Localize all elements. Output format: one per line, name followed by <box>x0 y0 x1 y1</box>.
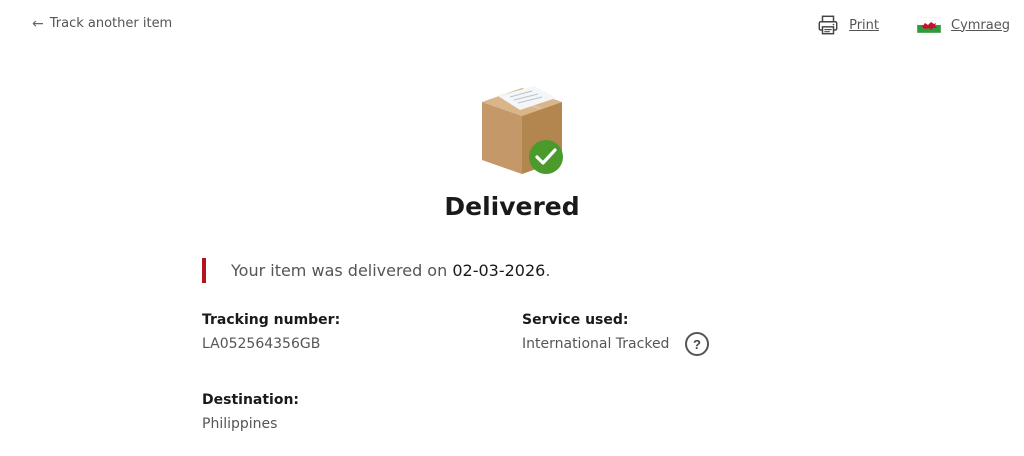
tracking-number-block: Tracking number: LA052564356GB <box>202 312 340 352</box>
delivery-date: 02-03-2026 <box>452 261 546 280</box>
language-label: Cymraeg <box>951 17 1010 33</box>
service-help-button[interactable]: ? <box>685 332 709 356</box>
parcel-delivered-icon <box>482 86 563 174</box>
tracking-page: ← Track another item Print Cymraeg Deliv… <box>0 0 1024 456</box>
welsh-flag-icon <box>917 17 941 33</box>
language-toggle-link[interactable]: Cymraeg <box>917 17 1010 33</box>
destination-label: Destination: <box>202 392 300 408</box>
print-label: Print <box>849 17 879 33</box>
tracking-number-value: LA052564356GB <box>202 336 321 352</box>
print-link[interactable]: Print <box>817 14 879 36</box>
delivery-message-text: Your item was delivered on <box>231 261 453 280</box>
delivery-message: Your item was delivered on 02-03-2026 . <box>202 258 550 283</box>
question-mark-icon: ? <box>693 336 701 352</box>
tracking-number-label: Tracking number: <box>202 312 341 328</box>
status-title: Delivered <box>444 192 580 221</box>
service-used-label: Service used: <box>522 312 629 328</box>
arrow-left-icon: ← <box>32 15 44 32</box>
printer-icon <box>818 15 838 35</box>
delivery-message-suffix: . <box>545 261 551 280</box>
back-link-label: Track another item <box>49 16 173 31</box>
destination-block: Destination: Philippines <box>202 392 299 432</box>
header-actions: Print Cymraeg <box>817 14 1010 36</box>
service-used-block: Service used: International Tracked <box>522 312 669 352</box>
destination-value: Philippines <box>202 416 278 432</box>
track-another-item-link[interactable]: ← Track another item <box>32 16 172 31</box>
service-used-value: International Tracked <box>522 336 670 352</box>
